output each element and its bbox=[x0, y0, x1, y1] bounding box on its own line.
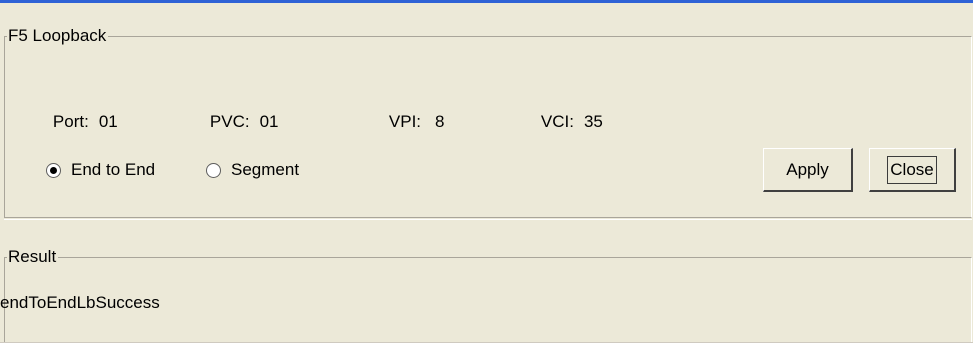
port-value: 01 bbox=[98, 112, 118, 131]
close-button[interactable]: Close bbox=[869, 148, 956, 192]
result-text: endToEndLbSuccess bbox=[0, 293, 160, 312]
radio-segment-label[interactable]: Segment bbox=[231, 159, 299, 181]
result-group-title: Result bbox=[7, 247, 59, 267]
vpi-field: VPI: 8 bbox=[370, 89, 445, 155]
vci-field: VCI: 35 bbox=[522, 89, 603, 155]
radio-segment-circle[interactable] bbox=[206, 162, 221, 178]
group-divider bbox=[4, 219, 972, 220]
f5-loopback-group-title: F5 Loopback bbox=[7, 26, 109, 46]
vci-label: VCI: bbox=[540, 112, 574, 131]
vci-value: 35 bbox=[583, 112, 603, 131]
f5-loopback-dialog: F5 Loopback Port: 01 PVC: 01 VPI: 8 VCI: 35 … bbox=[0, 0, 973, 343]
pvc-label: PVC: bbox=[209, 112, 250, 131]
radio-end-to-end[interactable]: End to End bbox=[46, 158, 155, 182]
apply-button[interactable]: Apply bbox=[763, 148, 853, 192]
radio-selected-dot bbox=[50, 166, 57, 174]
port-label: Port: bbox=[52, 112, 89, 131]
radio-end-to-end-label[interactable]: End to End bbox=[71, 159, 155, 181]
pvc-field: PVC: 01 bbox=[191, 89, 279, 155]
radio-segment[interactable]: Segment bbox=[206, 158, 299, 182]
close-button-label: Close bbox=[887, 155, 937, 184]
vpi-label: VPI: bbox=[388, 112, 422, 131]
radio-end-to-end-circle[interactable] bbox=[46, 162, 61, 178]
port-field: Port: 01 bbox=[34, 89, 118, 155]
vpi-value: 8 bbox=[435, 112, 445, 131]
pvc-value: 01 bbox=[259, 112, 279, 131]
